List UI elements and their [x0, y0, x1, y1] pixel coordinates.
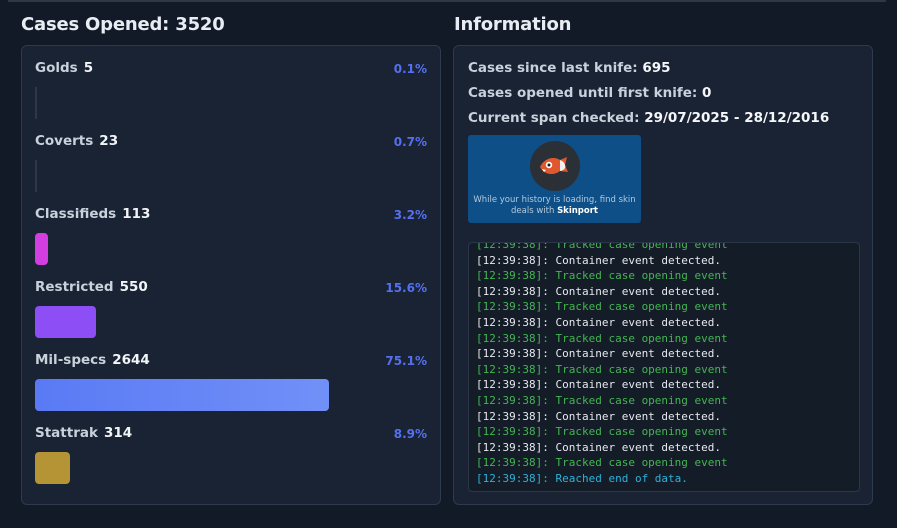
log-line: [12:39:38]: Tracked case opening event: [476, 242, 728, 251]
rarity-bar: [35, 452, 70, 484]
rarity-count: 2644: [112, 352, 150, 368]
rarity-row: Mil-specs 2644 75.1%: [22, 338, 440, 411]
log-line: [12:39:38]: Tracked case opening event: [476, 300, 728, 314]
log-line: [12:39:38]: Container event detected.: [476, 253, 722, 267]
rarity-name: Stattrak: [35, 425, 98, 441]
skinport-fish-icon: [530, 141, 580, 191]
rarity-count: 314: [103, 425, 133, 441]
skinport-brand: Skinport: [557, 206, 598, 216]
rarity-label: Restricted 550: [35, 279, 148, 295]
rarity-percent: 8.9%: [393, 427, 427, 441]
event-log-lines: [12:39:38]: Tracked case opening event [1…: [476, 242, 728, 487]
log-line: [12:39:38]: Tracked case opening event: [476, 393, 728, 407]
cases-opened-count: 3520: [175, 14, 225, 35]
log-line: [12:39:38]: Container event detected.: [476, 347, 722, 361]
skinport-ad-message: While your history is loading, find skin…: [473, 195, 636, 216]
current-span: Current span checked: 29/07/2025 - 28/12…: [468, 110, 829, 126]
rarity-name: Coverts: [35, 133, 94, 149]
rarity-row: Golds 5 0.1%: [22, 46, 440, 119]
cases-opened-label: Cases Opened:: [21, 14, 170, 35]
rarity-label: Stattrak 314: [35, 425, 132, 441]
rarity-label: Classifieds 113: [35, 206, 150, 222]
log-line: [12:39:38]: Tracked case opening event: [476, 456, 728, 470]
rarity-percent: 15.6%: [385, 281, 427, 295]
log-line: [12:39:38]: Reached end of data.: [476, 471, 688, 485]
log-line: [12:39:38]: Tracked case opening event: [476, 331, 728, 345]
log-line: [12:39:38]: Container event detected.: [476, 440, 722, 454]
rarity-name: Classifieds: [35, 206, 117, 222]
current-span-value: 29/07/2025 - 28/12/2016: [644, 110, 830, 126]
log-line: [12:39:38]: Tracked case opening event: [476, 362, 728, 376]
rarity-count: 5: [83, 60, 94, 76]
rarity-percent: 0.1%: [393, 62, 427, 76]
information-heading: Information: [454, 14, 572, 35]
current-span-label: Current span checked:: [468, 110, 640, 126]
top-divider: [8, 0, 886, 2]
rarity-bar: [35, 233, 48, 265]
until-first-knife-value: 0: [702, 85, 712, 101]
information-panel: Cases since last knife: 695 Cases opened…: [453, 45, 873, 505]
rarity-name: Golds: [35, 60, 78, 76]
until-first-knife-label: Cases opened until first knife:: [468, 85, 698, 101]
skinport-ad-banner[interactable]: While your history is loading, find skin…: [468, 135, 641, 223]
rarity-label: Coverts 23: [35, 133, 118, 149]
skinport-ad-text: While your history is loading, find skin…: [468, 195, 641, 217]
since-last-knife-value: 695: [642, 60, 671, 76]
log-line: [12:39:38]: Tracked case opening event: [476, 269, 728, 283]
rarity-bar: [35, 379, 329, 411]
since-last-knife: Cases since last knife: 695: [468, 60, 671, 76]
rarity-bar: [35, 87, 37, 119]
rarity-row: Restricted 550 15.6%: [22, 265, 440, 338]
rarity-label: Golds 5: [35, 60, 93, 76]
rarity-percent: 0.7%: [393, 135, 427, 149]
rarity-percent: 3.2%: [393, 208, 427, 222]
log-line: [12:39:38]: Tracked case opening event: [476, 425, 728, 439]
rarity-percent: 75.1%: [385, 354, 427, 368]
rarity-label: Mil-specs 2644: [35, 352, 150, 368]
since-last-knife-label: Cases since last knife:: [468, 60, 638, 76]
log-line: [12:39:38]: Container event detected.: [476, 409, 722, 423]
log-line: [12:39:38]: Container event detected.: [476, 315, 722, 329]
rarity-row: Classifieds 113 3.2%: [22, 192, 440, 265]
rarity-row: Coverts 23 0.7%: [22, 119, 440, 192]
event-log[interactable]: [12:39:38]: Tracked case opening event [1…: [468, 242, 860, 492]
cases-opened-heading: Cases Opened: 3520: [21, 14, 225, 35]
rarity-count: 113: [122, 206, 151, 222]
rarity-name: Mil-specs: [35, 352, 107, 368]
rarity-count: 550: [119, 279, 148, 295]
rarity-bar: [35, 160, 37, 192]
rarity-panel: Golds 5 0.1% Coverts 23 0.7% Classifieds 113 3.2…: [21, 45, 441, 505]
rarity-row: Stattrak 314 8.9%: [22, 411, 440, 484]
log-line: [12:39:38]: Container event detected.: [476, 378, 722, 392]
until-first-knife: Cases opened until first knife: 0: [468, 85, 711, 101]
rarity-count: 23: [99, 133, 119, 149]
log-line: [12:39:38]: Container event detected.: [476, 284, 722, 298]
rarity-name: Restricted: [35, 279, 114, 295]
rarity-bar: [35, 306, 97, 338]
